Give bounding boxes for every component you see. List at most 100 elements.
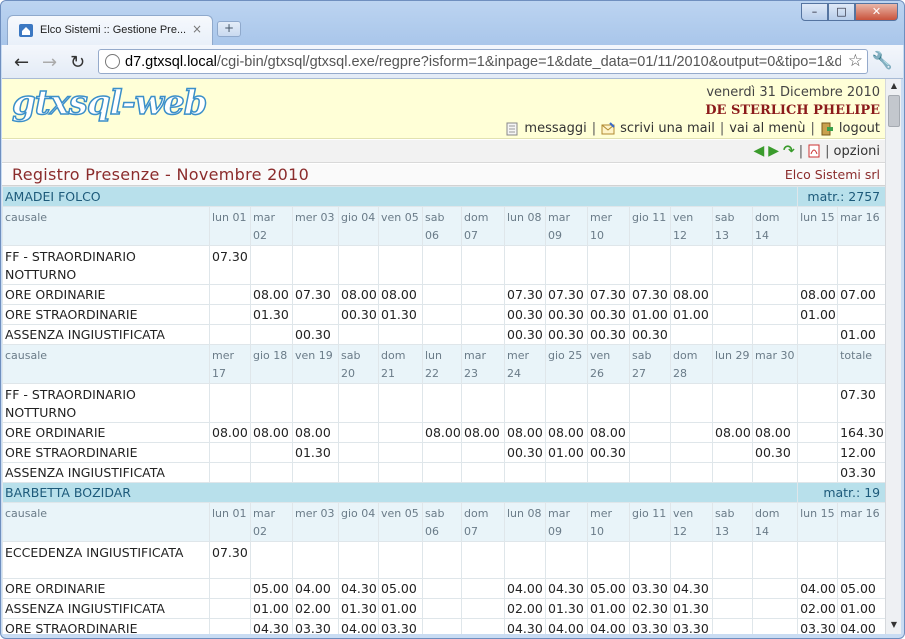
value-cell: 00.30 bbox=[545, 304, 588, 325]
day-header: gio 04 bbox=[338, 206, 379, 246]
value-cell bbox=[751, 245, 799, 285]
browser-window: Elco Sistemi :: Gestione Pre... × + – □ … bbox=[0, 0, 905, 639]
causale-cell: ECCEDENZA INGIUSTIFICATA bbox=[2, 541, 210, 579]
value-cell: 07.30 bbox=[504, 284, 546, 305]
new-tab-button[interactable]: + bbox=[217, 21, 241, 37]
value-cell bbox=[545, 462, 588, 483]
value-cell: 02.30 bbox=[629, 598, 671, 619]
value-cell bbox=[461, 245, 505, 285]
value-cell bbox=[504, 383, 546, 423]
scroll-up-icon[interactable]: ▲ bbox=[888, 81, 900, 93]
value-cell: 08.00 bbox=[292, 422, 339, 443]
scrivi-mail-link[interactable]: scrivi una mail bbox=[620, 121, 715, 136]
day-header: dom 28 bbox=[670, 344, 713, 384]
value-cell: 00.30 bbox=[545, 324, 588, 345]
page-info-icon[interactable] bbox=[105, 54, 120, 69]
day-header: mer 24 bbox=[504, 344, 546, 384]
value-cell: 01.00 bbox=[587, 598, 630, 619]
value-cell bbox=[751, 462, 799, 483]
value-cell: 00.30 bbox=[629, 324, 671, 345]
day-header: mar 23 bbox=[461, 344, 505, 384]
value-cell bbox=[209, 618, 251, 634]
app-logo: gtxsql-web bbox=[11, 82, 208, 124]
value-cell bbox=[670, 541, 713, 579]
next-arrow-icon[interactable]: ▶ bbox=[768, 143, 779, 159]
bookmark-star-icon[interactable]: ☆ bbox=[848, 51, 863, 71]
value-cell bbox=[209, 284, 251, 305]
value-cell: 02.00 bbox=[797, 598, 839, 619]
value-cell: 04.00 bbox=[292, 578, 339, 599]
header-user: DE STERLICH PHELIPE bbox=[705, 103, 880, 118]
value-cell: 05.00 bbox=[378, 578, 423, 599]
value-cell bbox=[461, 304, 505, 325]
day-header: dom 07 bbox=[461, 206, 505, 246]
browser-tab[interactable]: Elco Sistemi :: Gestione Pre... × bbox=[7, 15, 213, 45]
value-cell bbox=[670, 442, 713, 463]
value-cell: 05.00 bbox=[837, 578, 885, 599]
prev-arrow-icon[interactable]: ◀ bbox=[753, 143, 764, 159]
value-cell: 02.00 bbox=[292, 598, 339, 619]
day-header: ven 05 bbox=[378, 502, 423, 542]
back-icon[interactable]: ← bbox=[14, 52, 29, 73]
value-cell: 04.00 bbox=[837, 618, 885, 634]
value-cell: 07.30 bbox=[837, 383, 885, 423]
value-cell: 00.30 bbox=[751, 442, 799, 463]
maximize-button[interactable]: □ bbox=[828, 3, 855, 21]
employee-name[interactable]: BARBETTA BOZIDAR bbox=[2, 482, 799, 503]
forward-icon[interactable]: → bbox=[42, 52, 57, 73]
close-window-button[interactable]: ✕ bbox=[855, 3, 898, 21]
value-cell: 07.30 bbox=[629, 284, 671, 305]
value-cell: 01.30 bbox=[670, 598, 713, 619]
value-cell: 03.30 bbox=[378, 618, 423, 634]
value-cell: 07.30 bbox=[209, 245, 251, 285]
causale-cell: ASSENZA INGIUSTIFICATA bbox=[2, 598, 210, 619]
opzioni-link[interactable]: opzioni bbox=[834, 144, 880, 159]
value-cell: 03.30 bbox=[837, 462, 885, 483]
title-bar: Elco Sistemi :: Gestione Pre... × + – □ … bbox=[1, 1, 904, 45]
messaggi-link[interactable]: messaggi bbox=[524, 121, 586, 136]
address-bar[interactable]: d7.gtxsql.local/cgi-bin/gtxsql/gtxsql.ex… bbox=[98, 49, 868, 74]
value-cell bbox=[712, 304, 753, 325]
value-cell bbox=[250, 442, 293, 463]
value-cell bbox=[712, 284, 753, 305]
day-header: lun 08 bbox=[504, 206, 546, 246]
value-cell bbox=[292, 462, 339, 483]
value-cell bbox=[250, 383, 293, 423]
day-header: lun 29 bbox=[712, 344, 753, 384]
menu-link[interactable]: vai al menù bbox=[729, 121, 805, 136]
value-cell: 00.30 bbox=[338, 304, 379, 325]
header-links: messaggi | scrivi una mail | vai al menù… bbox=[505, 121, 880, 136]
day-header: mer 17 bbox=[209, 344, 251, 384]
value-cell bbox=[378, 462, 423, 483]
scroll-down-icon[interactable]: ▼ bbox=[888, 620, 900, 632]
value-cell bbox=[292, 245, 339, 285]
forward-arrow-icon[interactable]: ↷ bbox=[783, 143, 795, 159]
value-cell: 07.30 bbox=[209, 541, 251, 579]
scroll-thumb[interactable] bbox=[888, 95, 900, 127]
pdf-icon[interactable] bbox=[807, 144, 821, 158]
value-cell: 08.00 bbox=[378, 284, 423, 305]
employee-name[interactable]: AMADEI FOLCO bbox=[2, 186, 799, 207]
minimize-button[interactable]: – bbox=[801, 3, 828, 21]
day-header: gio 04 bbox=[338, 502, 379, 542]
vertical-scrollbar[interactable]: ▲ ▼ bbox=[885, 79, 901, 634]
day-header: lun 01 bbox=[209, 206, 251, 246]
value-cell bbox=[250, 324, 293, 345]
reload-icon[interactable]: ↻ bbox=[70, 52, 85, 73]
wrench-menu-icon[interactable]: 🔧 bbox=[872, 51, 893, 71]
day-header: sab 20 bbox=[338, 344, 379, 384]
day-header-row: causale lun 01 mar 02 mer 03 gio 04 ven 05 sab… bbox=[2, 502, 885, 542]
value-cell bbox=[712, 245, 753, 285]
value-cell: 03.30 bbox=[292, 618, 339, 634]
logout-icon bbox=[821, 122, 833, 135]
value-cell bbox=[422, 383, 462, 423]
employee-row: BARBETTA BOZIDAR matr.: 19 bbox=[2, 482, 885, 503]
value-cell bbox=[670, 462, 713, 483]
day-header: totale bbox=[837, 344, 885, 384]
logout-link[interactable]: logout bbox=[839, 121, 880, 136]
value-cell bbox=[629, 245, 671, 285]
tab-close-icon[interactable]: × bbox=[192, 22, 202, 36]
day-header: sab 27 bbox=[629, 344, 671, 384]
value-cell bbox=[751, 304, 799, 325]
table-row: ORE STRAORDINARIE 04.30 03.30 04.00 03.30 04.… bbox=[2, 618, 885, 634]
